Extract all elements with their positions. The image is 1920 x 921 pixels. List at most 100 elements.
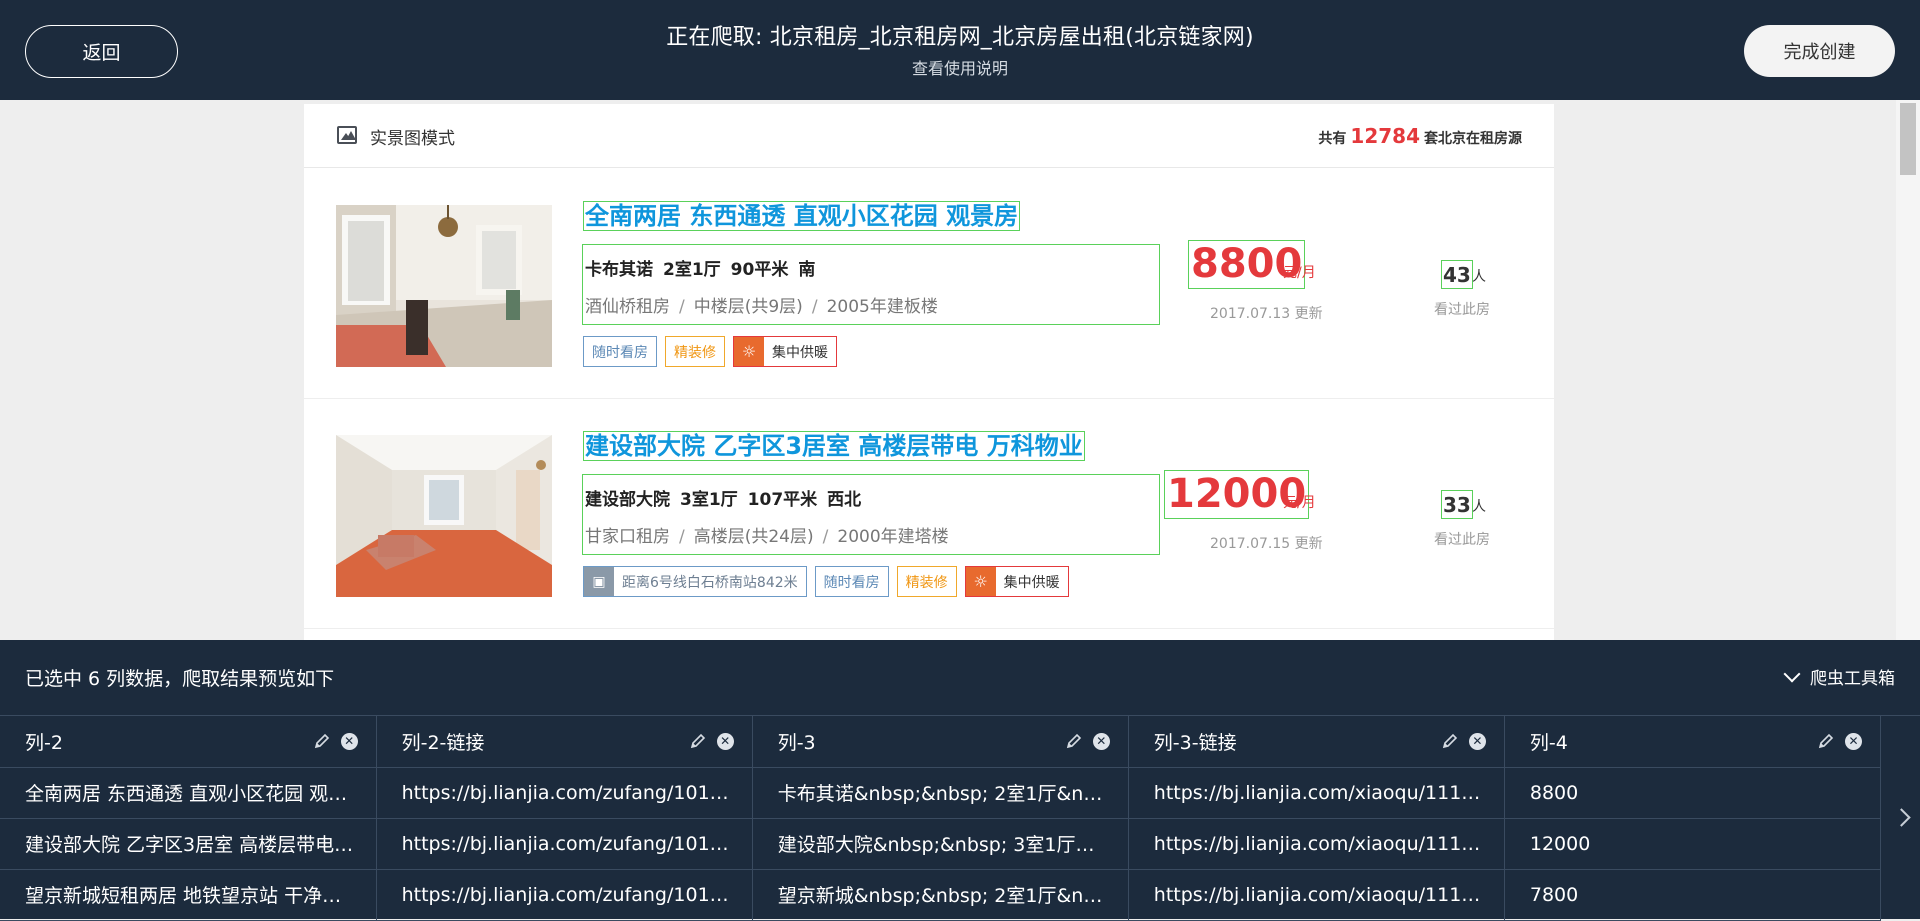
listing-page: 实景图模式 共有 12784 套北京在租房源 全南两居 东西通透 直观小区花园 …	[304, 104, 1554, 640]
tag-renovated: 精装修	[896, 566, 957, 597]
views-count-box: 33	[1441, 490, 1473, 519]
listing-photo[interactable]	[336, 435, 552, 597]
listing-tags: 随时看房 精装修 ☼ 集中供暖	[583, 336, 837, 367]
tag-central-heating: ☼ 集中供暖	[964, 566, 1069, 597]
district-link[interactable]: 酒仙桥租房	[585, 297, 670, 317]
table-row: 望京新城短租两居 地铁望京站 干净整洁 https://bj.lianjia.c…	[0, 869, 1882, 921]
layout: 3室1厅	[680, 490, 738, 510]
train-icon: ▣	[584, 567, 614, 596]
close-circle-icon[interactable]: ✕	[716, 732, 734, 750]
area: 107平米	[747, 490, 818, 510]
build-year: 2000年建塔楼	[837, 527, 949, 547]
page-scrollbar-thumb[interactable]	[1900, 103, 1916, 175]
column-header[interactable]: 列-3-链接 ✕	[1128, 716, 1505, 768]
selected-columns-text: 已选中 6 列数据，爬取结果预览如下	[25, 668, 335, 690]
preview-table: 列-2 ✕ 列-2-链接 ✕ 列-3 ✕ 列-3-链接 ✕ 列-4 ✕ 全南两居…	[0, 716, 1882, 921]
layout: 2室1厅	[663, 260, 721, 280]
table-cell: 8800	[1504, 767, 1882, 819]
views-label: 看过此房	[1434, 532, 1490, 548]
tag-renovated: 精装修	[665, 336, 725, 367]
table-cell: 望京新城短租两居 地铁望京站 干净整洁	[0, 869, 377, 921]
tag-subway-label: 距离6号线白石桥南站842米	[622, 574, 798, 591]
community-link[interactable]: 卡布其诺	[585, 260, 653, 280]
listing-title[interactable]: 全南两居 东西通透 直观小区花园 观景房	[583, 201, 1021, 231]
finish-create-button[interactable]: 完成创建	[1744, 25, 1895, 77]
listing-item[interactable]: 全南两居 东西通透 直观小区花园 观景房 卡布其诺 2室1厅 90平米南 酒仙桥租房…	[304, 169, 1554, 399]
table-cell: https://bj.lianjia.com/zufang/1011017063…	[376, 767, 753, 819]
views-count-box: 43	[1441, 260, 1473, 289]
listing-photo[interactable]	[336, 205, 552, 367]
picture-icon[interactable]	[337, 126, 357, 144]
views-label: 看过此房	[1434, 302, 1490, 318]
panel-header: 已选中 6 列数据，爬取结果预览如下 爬虫工具箱	[0, 640, 1920, 716]
pencil-icon[interactable]	[1817, 732, 1835, 750]
listing-title[interactable]: 建设部大院 乙字区3居室 高楼层带电 万科物业	[583, 431, 1085, 461]
table-cell: 全南两居 东西通透 直观小区花园 观景房	[0, 767, 377, 819]
column-header-label: 列-2-链接	[401, 731, 485, 754]
orientation: 西北	[827, 490, 862, 510]
orientation: 南	[798, 260, 816, 280]
close-circle-icon[interactable]: ✕	[1845, 732, 1862, 750]
image-mode-toggle[interactable]: 实景图模式	[370, 124, 455, 149]
listing-item[interactable]: 建设部大院 乙字区3居室 高楼层带电 万科物业 建设部大院 3室1厅 107平米 西北…	[304, 399, 1554, 629]
table-cell: https://bj.lianjia.com/xiaoqu/1111027374…	[1128, 818, 1505, 870]
top-bar: 返回 正在爬取: 北京租房_北京租房网_北京房屋出租(北京链家网) 查看使用说明…	[0, 0, 1920, 100]
table-row: 全南两居 东西通透 直观小区花园 观景房 https://bj.lianjia.…	[0, 767, 1882, 819]
updated-date: 2017.07.13 更新	[1210, 306, 1323, 322]
tag-anytime-viewing: 随时看房	[814, 566, 889, 597]
close-circle-icon[interactable]: ✕	[340, 732, 358, 750]
pencil-icon[interactable]	[1441, 732, 1459, 750]
area: 90平米	[730, 260, 789, 280]
pencil-icon[interactable]	[689, 732, 707, 750]
column-header-label: 列-3-链接	[1153, 731, 1237, 754]
column-header[interactable]: 列-4 ✕	[1504, 716, 1882, 768]
table-header-row: 列-2 ✕ 列-2-链接 ✕ 列-3 ✕ 列-3-链接 ✕ 列-4 ✕	[0, 716, 1882, 768]
listing-info-box: 建设部大院 3室1厅 107平米 西北 甘家口租房 / 高楼层(共24层)/2000年建塔…	[582, 474, 1160, 555]
crawl-title: 正在爬取: 北京租房_北京租房网_北京房屋出租(北京链家网)	[666, 25, 1254, 50]
column-header[interactable]: 列-2-链接 ✕	[376, 716, 753, 768]
table-cell: 12000	[1504, 818, 1882, 870]
page-scrollbar[interactable]	[1896, 100, 1920, 640]
floor: 高楼层(共24层)	[693, 527, 814, 547]
column-header-label: 列-4	[1529, 731, 1568, 754]
sun-icon: ☼	[965, 567, 996, 596]
updated-date: 2017.07.15 更新	[1210, 536, 1323, 552]
tag-central-heating-label: 集中供暖	[772, 344, 828, 361]
pencil-icon[interactable]	[1065, 732, 1083, 750]
community-link[interactable]: 建设部大院	[585, 490, 670, 510]
chevron-right-icon	[1891, 808, 1911, 827]
table-cell: 建设部大院&nbsp;&nbsp; 3室1厅&nbsp;&nbsp; 107平米	[752, 818, 1129, 870]
chevron-down-icon	[1783, 665, 1801, 682]
build-year: 2005年建板楼	[826, 297, 938, 317]
listing-info-box: 卡布其诺 2室1厅 90平米南 酒仙桥租房 / 中楼层(共9层)/2005年建板楼	[582, 244, 1160, 325]
listing-location: 甘家口租房 / 高楼层(共24层)/2000年建塔楼	[585, 527, 949, 547]
district-link[interactable]: 甘家口租房	[585, 527, 670, 547]
tag-subway: ▣ 距离6号线白石桥南站842米	[583, 566, 807, 597]
next-columns-button[interactable]	[1882, 716, 1920, 919]
toolbox-label: 爬虫工具箱	[1810, 669, 1895, 689]
close-circle-icon[interactable]: ✕	[1468, 732, 1486, 750]
total-number: 12784	[1350, 124, 1420, 148]
tag-central-heating-label: 集中供暖	[1003, 574, 1060, 591]
column-header[interactable]: 列-2 ✕	[0, 716, 377, 768]
listing-location: 酒仙桥租房 / 中楼层(共9层)/2005年建板楼	[585, 297, 938, 317]
table-cell: https://bj.lianjia.com/xiaoqu/1111027381…	[1128, 869, 1505, 921]
result-preview-panel: 已选中 6 列数据，爬取结果预览如下 爬虫工具箱 列-2 ✕ 列-2-链接 ✕ …	[0, 640, 1920, 921]
table-cell: 建设部大院 乙字区3居室 高楼层带电 万科物业	[0, 818, 377, 870]
close-circle-icon[interactable]: ✕	[1092, 732, 1110, 750]
total-count: 共有 12784 套北京在租房源	[1318, 124, 1522, 148]
total-prefix: 共有	[1318, 131, 1347, 147]
table-cell: 卡布其诺&nbsp;&nbsp; 2室1厅&nbsp;&nbsp; 90平米	[752, 767, 1129, 819]
pencil-icon[interactable]	[313, 732, 331, 750]
tag-central-heating: ☼ 集中供暖	[733, 336, 837, 367]
column-header-label: 列-3	[777, 731, 816, 754]
table-cell: https://bj.lianjia.com/zufang/1011017209…	[376, 869, 753, 921]
table-row: 建设部大院 乙字区3居室 高楼层带电 万科物业 https://bj.lianj…	[0, 818, 1882, 870]
help-link[interactable]: 查看使用说明	[0, 55, 1920, 79]
listing-info: 建设部大院 3室1厅 107平米 西北	[585, 485, 871, 510]
crawler-toolbox-toggle[interactable]: 爬虫工具箱	[1783, 664, 1895, 689]
column-header[interactable]: 列-3 ✕	[752, 716, 1129, 768]
views-unit: 人	[1472, 499, 1486, 515]
floor: 中楼层(共9层)	[693, 297, 803, 317]
table-cell: 7800	[1504, 869, 1882, 921]
